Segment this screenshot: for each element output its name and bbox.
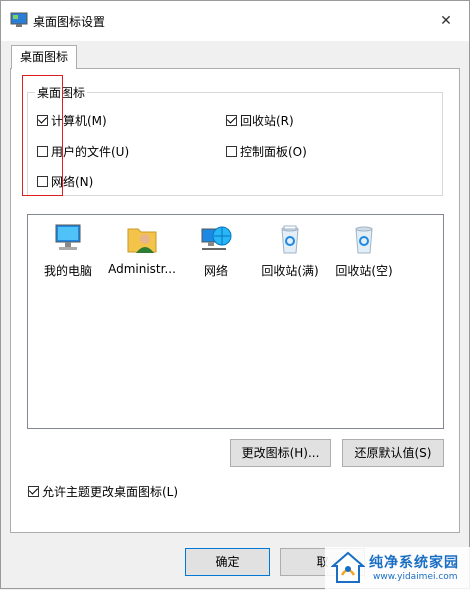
checkbox-label: 回收站(R)	[240, 114, 294, 128]
group-label: 桌面图标	[35, 84, 88, 101]
close-icon: ✕	[440, 13, 452, 29]
recycle-bin-full-icon	[281, 225, 299, 254]
icon-list[interactable]: 我的电脑 Administr... 网络 回收站(满) 回收站(空)	[27, 214, 444, 429]
checkbox-recycle-bin[interactable]: 回收站(R)	[226, 112, 294, 129]
recycle-bin-empty-icon	[355, 226, 373, 254]
watermark: 纯净系统家园 www.yidaimei.com	[325, 547, 470, 590]
watermark-title: 纯净系统家园	[369, 555, 459, 571]
checkbox-allow-themes[interactable]: 允许主题更改桌面图标(L)	[28, 483, 178, 500]
close-button[interactable]: ✕	[423, 1, 469, 41]
icon-item-user[interactable]: Administr...	[106, 223, 178, 276]
icon-label: 我的电脑	[43, 264, 92, 278]
icon-item-recycle-empty[interactable]: 回收站(空)	[328, 223, 400, 279]
desktop-settings-icon	[10, 12, 28, 27]
checkbox-label: 允许主题更改桌面图标(L)	[42, 485, 179, 499]
icon-label: 网络	[203, 264, 228, 278]
checkbox-label: 网络(N)	[51, 175, 94, 189]
ok-button[interactable]: 确定	[185, 548, 270, 576]
network-icon	[201, 226, 232, 250]
checkbox-control-panel[interactable]: 控制面板(O)	[226, 143, 307, 160]
restore-default-button[interactable]: 还原默认值(S)	[342, 439, 444, 467]
title-bar: 桌面图标设置 ✕	[1, 1, 469, 41]
checkbox-label: 用户的文件(U)	[51, 145, 130, 159]
watermark-url: www.yidaimei.com	[373, 572, 458, 582]
checkbox-user-files[interactable]: 用户的文件(U)	[37, 143, 129, 160]
checkbox-box[interactable]	[37, 176, 48, 187]
dialog-window: 桌面图标设置 ✕ 桌面图标 桌面图标 计算机(M) 回收站(R) 用户的文件(U…	[0, 0, 470, 590]
window-title: 桌面图标设置	[33, 15, 106, 29]
checkbox-label: 控制面板(O)	[240, 145, 307, 159]
checkbox-box[interactable]	[226, 146, 237, 157]
change-icon-button[interactable]: 更改图标(H)...	[230, 439, 331, 467]
house-logo-icon	[331, 551, 365, 583]
icon-item-computer[interactable]: 我的电脑	[32, 223, 104, 279]
computer-icon	[55, 224, 81, 250]
checkbox-box[interactable]	[226, 115, 237, 126]
checkbox-network[interactable]: 网络(N)	[37, 173, 93, 190]
icon-label: Administr...	[108, 262, 176, 276]
icon-label: 回收站(满)	[261, 264, 319, 278]
checkbox-label: 计算机(M)	[51, 114, 107, 128]
icon-label: 回收站(空)	[335, 264, 393, 278]
user-folder-icon	[127, 228, 157, 253]
icon-item-network[interactable]: 网络	[180, 223, 252, 279]
checkbox-computer[interactable]: 计算机(M)	[37, 112, 107, 129]
checkbox-box[interactable]	[28, 486, 39, 497]
checkbox-box[interactable]	[37, 146, 48, 157]
checkbox-box[interactable]	[37, 115, 48, 126]
icon-item-recycle-full[interactable]: 回收站(满)	[254, 223, 326, 279]
tab-desktop-icons[interactable]: 桌面图标	[11, 45, 77, 69]
